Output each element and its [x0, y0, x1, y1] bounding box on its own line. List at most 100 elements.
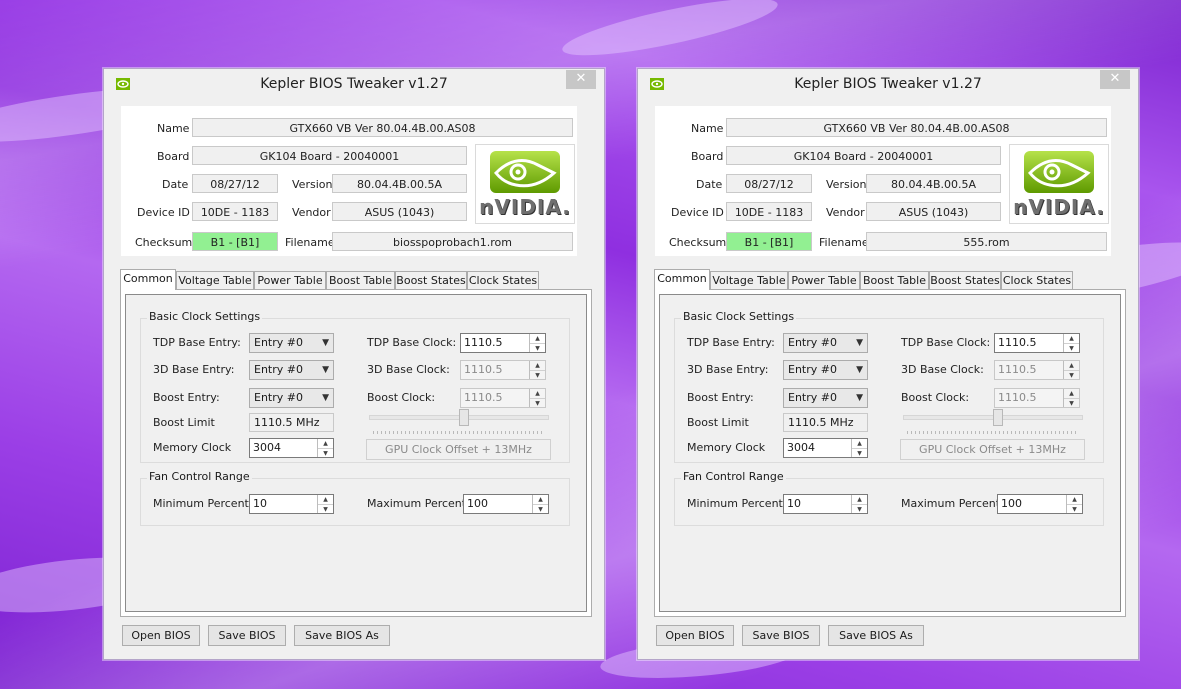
tdp-base-clock-value: 1110.5	[464, 336, 503, 349]
name-field: GTX660 VB Ver 80.04.4B.00.AS08	[726, 118, 1107, 137]
save-bios-button[interactable]: Save BIOS	[742, 625, 820, 646]
spin-up-icon[interactable]: ▲	[318, 495, 333, 505]
spin-up-icon[interactable]: ▲	[318, 439, 333, 449]
chevron-down-icon: ▼	[856, 365, 863, 375]
open-bios-button[interactable]: Open BIOS	[656, 625, 734, 646]
tab-boost-table[interactable]: Boost Table	[860, 271, 929, 289]
spin-up-icon: ▲	[530, 389, 545, 399]
tab-boost-states[interactable]: Boost States	[929, 271, 1001, 289]
spinner-buttons[interactable]: ▲ ▼	[851, 439, 867, 457]
device-id-label: Device ID	[137, 206, 190, 219]
save-bios-as-button[interactable]: Save BIOS As	[828, 625, 924, 646]
tab-clock-states[interactable]: Clock States	[1001, 271, 1073, 289]
boost-entry-value: Entry #0	[788, 391, 837, 404]
spin-down-icon[interactable]: ▼	[533, 505, 548, 514]
spinner-buttons[interactable]: ▲ ▼	[317, 439, 333, 457]
tab-common[interactable]: Common	[120, 269, 176, 290]
maximum-percent-spinner[interactable]: 100 ▲ ▼	[997, 494, 1083, 514]
boost-limit-label: Boost Limit	[153, 416, 215, 429]
memory-clock-value: 3004	[787, 441, 815, 454]
spinner-buttons[interactable]: ▲ ▼	[532, 495, 548, 513]
save-bios-button[interactable]: Save BIOS	[208, 625, 286, 646]
chevron-down-icon: ▼	[856, 338, 863, 348]
boost-limit-field: 1110.5 MHz	[783, 413, 868, 432]
filename-field: biosspoprobach1.rom	[332, 232, 573, 251]
tdp-base-entry-value: Entry #0	[254, 336, 303, 349]
checksum-field: B1 - [B1]	[192, 232, 278, 251]
spin-down-icon[interactable]: ▼	[318, 505, 333, 514]
spinner-buttons: ▲ ▼	[1063, 389, 1079, 407]
3d-base-clock-label: 3D Base Clock:	[901, 363, 984, 376]
gpu-clock-offset-slider-thumb[interactable]	[993, 409, 1003, 426]
gpu-clock-offset-button[interactable]: GPU Clock Offset + 13MHz	[366, 439, 551, 460]
tdp-base-entry-select[interactable]: Entry #0 ▼	[783, 333, 868, 353]
fan-control-group-title: Fan Control Range	[147, 470, 252, 483]
common-tab-page: Basic Clock Settings TDP Base Entry: Ent…	[654, 289, 1126, 617]
spin-down-icon: ▼	[535, 400, 540, 407]
title-bar[interactable]: Kepler BIOS Tweaker v1.27 ✕	[104, 69, 604, 99]
spin-down-icon[interactable]: ▼	[1064, 344, 1079, 353]
spin-down-icon[interactable]: ▼	[318, 449, 333, 458]
spinner-buttons[interactable]: ▲ ▼	[529, 334, 545, 352]
spin-up-icon[interactable]: ▲	[1064, 334, 1079, 344]
spin-down-icon[interactable]: ▼	[530, 344, 545, 353]
checksum-field: B1 - [B1]	[726, 232, 812, 251]
title-bar[interactable]: Kepler BIOS Tweaker v1.27 ✕	[638, 69, 1138, 99]
spin-down-icon: ▼	[535, 372, 540, 379]
spinner-buttons[interactable]: ▲ ▼	[1066, 495, 1082, 513]
spin-down-icon[interactable]: ▼	[1067, 505, 1082, 514]
filename-label: Filename	[285, 236, 335, 249]
spin-down-icon[interactable]: ▼	[852, 505, 867, 514]
boost-clock-value: 1110.5	[464, 391, 503, 404]
spin-down-icon: ▼	[1069, 372, 1074, 379]
minimum-percent-label: Minimum Percent:	[153, 497, 253, 510]
spinner-buttons[interactable]: ▲ ▼	[851, 495, 867, 513]
minimum-percent-spinner[interactable]: 10 ▲ ▼	[249, 494, 334, 514]
memory-clock-spinner[interactable]: 3004 ▲ ▼	[249, 438, 334, 458]
tdp-base-clock-spinner[interactable]: 1110.5 ▲ ▼	[460, 333, 546, 353]
spin-up-icon[interactable]: ▲	[533, 495, 548, 505]
boost-entry-select[interactable]: Entry #0 ▼	[249, 388, 334, 408]
tdp-base-clock-spinner[interactable]: 1110.5 ▲ ▼	[994, 333, 1080, 353]
spin-down-icon[interactable]: ▼	[852, 449, 867, 458]
gpu-clock-offset-button[interactable]: GPU Clock Offset + 13MHz	[900, 439, 1085, 460]
board-label: Board	[691, 150, 724, 163]
boost-entry-select[interactable]: Entry #0 ▼	[783, 388, 868, 408]
tab-power-table[interactable]: Power Table	[788, 271, 860, 289]
tab-voltage-table[interactable]: Voltage Table	[710, 271, 788, 289]
spin-up-icon[interactable]: ▲	[852, 439, 867, 449]
spin-up-icon: ▲	[1064, 361, 1079, 371]
3d-base-entry-select[interactable]: Entry #0 ▼	[783, 360, 868, 380]
gpu-clock-offset-slider-thumb[interactable]	[459, 409, 469, 426]
3d-base-entry-select[interactable]: Entry #0 ▼	[249, 360, 334, 380]
tab-voltage-table[interactable]: Voltage Table	[176, 271, 254, 289]
memory-clock-spinner[interactable]: 3004 ▲ ▼	[783, 438, 868, 458]
nvidia-logo: nVIDIA.	[475, 144, 575, 224]
spinner-buttons[interactable]: ▲ ▼	[1063, 334, 1079, 352]
tab-common[interactable]: Common	[654, 269, 710, 290]
tdp-base-entry-select[interactable]: Entry #0 ▼	[249, 333, 334, 353]
minimum-percent-spinner[interactable]: 10 ▲ ▼	[783, 494, 868, 514]
spinner-buttons[interactable]: ▲ ▼	[317, 495, 333, 513]
save-bios-as-button[interactable]: Save BIOS As	[294, 625, 390, 646]
maximum-percent-spinner[interactable]: 100 ▲ ▼	[463, 494, 549, 514]
chevron-down-icon: ▼	[322, 338, 329, 348]
fan-control-group-title: Fan Control Range	[681, 470, 786, 483]
tab-boost-states[interactable]: Boost States	[395, 271, 467, 289]
filename-field: 555.rom	[866, 232, 1107, 251]
spin-up-icon[interactable]: ▲	[530, 334, 545, 344]
tab-power-table[interactable]: Power Table	[254, 271, 326, 289]
close-button[interactable]: ✕	[1100, 70, 1130, 89]
open-bios-button[interactable]: Open BIOS	[122, 625, 200, 646]
tdp-base-clock-label: TDP Base Clock:	[367, 336, 457, 349]
tdp-base-entry-value: Entry #0	[788, 336, 837, 349]
tab-clock-states[interactable]: Clock States	[467, 271, 539, 289]
minimum-percent-value: 10	[253, 497, 267, 510]
spin-up-icon[interactable]: ▲	[1067, 495, 1082, 505]
spin-up-icon[interactable]: ▲	[852, 495, 867, 505]
3d-base-entry-label: 3D Base Entry:	[153, 363, 235, 376]
close-button[interactable]: ✕	[566, 70, 596, 89]
tab-boost-table[interactable]: Boost Table	[326, 271, 395, 289]
date-label: Date	[696, 178, 723, 191]
basic-clock-group-title: Basic Clock Settings	[681, 310, 797, 323]
